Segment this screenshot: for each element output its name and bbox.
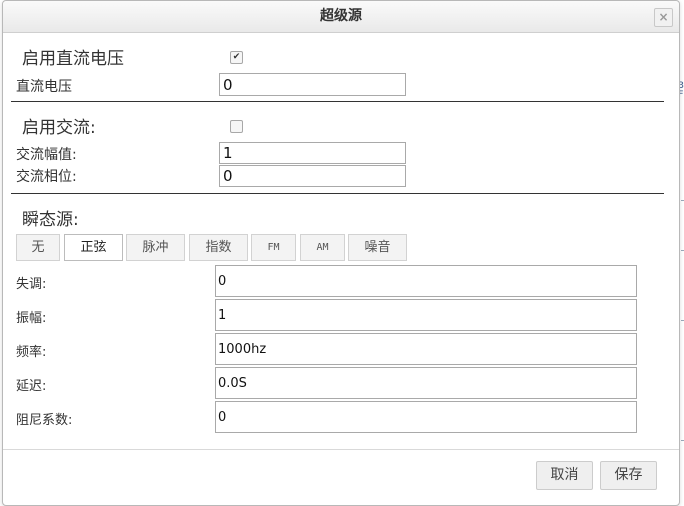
tab-sine[interactable]: 正弦 bbox=[64, 234, 123, 261]
dialog-titlebar[interactable]: 超级源 × bbox=[3, 1, 679, 33]
save-button[interactable]: 保存 bbox=[600, 461, 657, 490]
super-source-dialog: 超级源 × 启用直流电压 直流电压 启用交流: 交流幅值: 交流相位: 瞬态源:… bbox=[2, 0, 680, 506]
close-icon[interactable]: × bbox=[654, 8, 673, 27]
tab-fm[interactable]: FM bbox=[251, 234, 296, 261]
amplitude-label: 振幅: bbox=[16, 311, 47, 326]
amplitude-input[interactable] bbox=[215, 299, 637, 331]
tab-am[interactable]: AM bbox=[300, 234, 345, 261]
enable-ac-label: 启用交流: bbox=[22, 118, 96, 138]
transient-source-label: 瞬态源: bbox=[22, 210, 79, 230]
footer-divider bbox=[3, 449, 679, 450]
offset-label: 失调: bbox=[16, 277, 47, 292]
enable-ac-checkbox[interactable] bbox=[230, 120, 243, 133]
dc-voltage-label: 直流电压 bbox=[16, 79, 72, 95]
ac-phase-input[interactable] bbox=[219, 165, 406, 187]
tab-exponential[interactable]: 指数 bbox=[189, 234, 248, 261]
enable-dc-label: 启用直流电压 bbox=[22, 49, 124, 69]
frequency-input[interactable] bbox=[215, 333, 637, 365]
dialog-title: 超级源 bbox=[320, 8, 362, 24]
frequency-label: 频率: bbox=[16, 345, 47, 360]
dc-voltage-input[interactable] bbox=[219, 73, 406, 96]
tab-pulse[interactable]: 脉冲 bbox=[126, 234, 185, 261]
damping-factor-label: 阻尼系数: bbox=[16, 413, 73, 428]
tab-noise[interactable]: 噪音 bbox=[348, 234, 407, 261]
ac-amplitude-label: 交流幅值: bbox=[16, 147, 77, 163]
cancel-button[interactable]: 取消 bbox=[536, 461, 593, 490]
tab-none[interactable]: 无 bbox=[16, 234, 60, 261]
delay-label: 延迟: bbox=[16, 379, 47, 394]
separator bbox=[11, 193, 664, 194]
ac-amplitude-input[interactable] bbox=[219, 142, 406, 164]
ac-phase-label: 交流相位: bbox=[16, 169, 77, 185]
delay-input[interactable] bbox=[215, 367, 637, 399]
enable-dc-checkbox[interactable] bbox=[230, 51, 243, 64]
separator bbox=[11, 101, 664, 102]
offset-input[interactable] bbox=[215, 265, 637, 297]
damping-factor-input[interactable] bbox=[215, 401, 637, 433]
